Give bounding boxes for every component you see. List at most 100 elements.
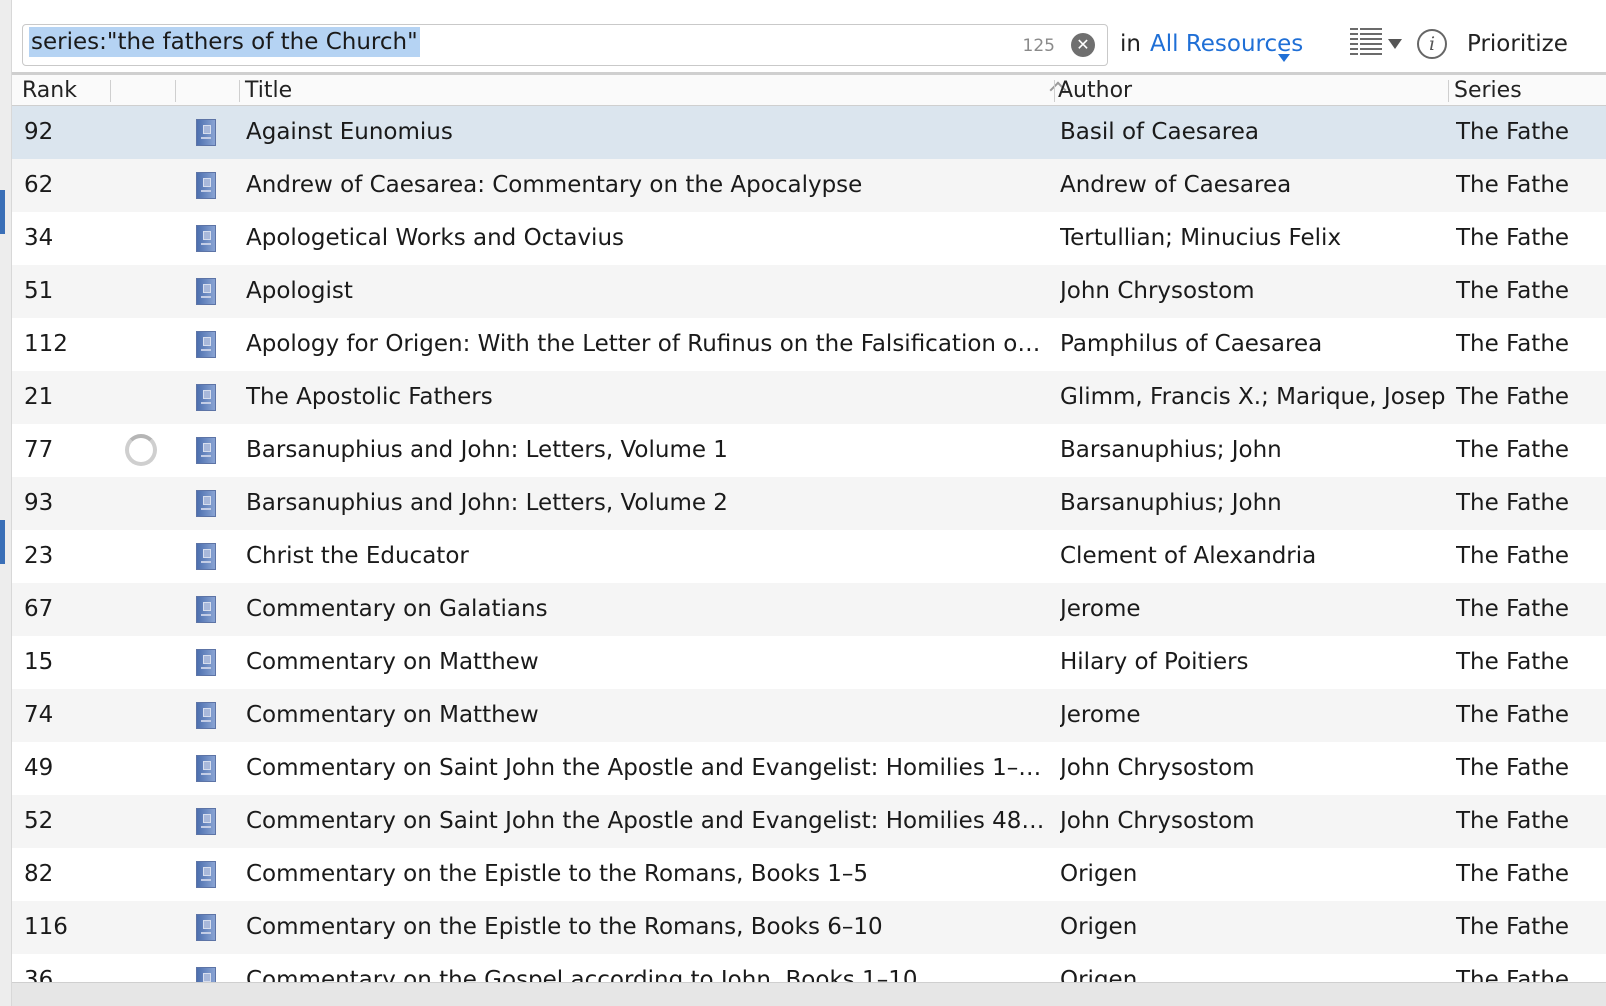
- title-cell: Apology for Origen: With the Letter of R…: [246, 331, 1046, 357]
- author-cell: John Chrysostom: [1060, 755, 1255, 781]
- table-row[interactable]: 92 Against Eunomius Basil of Caesarea The F…: [12, 106, 1606, 159]
- author-cell: Basil of Caesarea: [1060, 119, 1260, 145]
- status-bar: [12, 982, 1606, 1006]
- search-box[interactable]: series:"the fathers of the Church" 125 ✕: [22, 24, 1108, 66]
- table-row[interactable]: 67 Commentary on Galatians Jerome The Fathe: [12, 583, 1606, 636]
- table-row[interactable]: 74 Commentary on Matthew Jerome The Fathe: [12, 689, 1606, 742]
- rank-cell: 51: [24, 278, 54, 304]
- rank-cell: 93: [24, 490, 54, 516]
- rank-cell: 82: [24, 861, 54, 887]
- book-cover-icon: [196, 119, 216, 146]
- author-cell: Origen: [1060, 914, 1138, 940]
- table-row[interactable]: 116 Commentary on the Epistle to the Roma…: [12, 901, 1606, 954]
- series-cell: The Fathe: [1456, 543, 1570, 569]
- search-query-text[interactable]: series:"the fathers of the Church": [29, 27, 420, 57]
- author-cell: Clement of Alexandria: [1060, 543, 1317, 569]
- search-input[interactable]: series:"the fathers of the Church": [29, 27, 979, 61]
- column-divider[interactable]: [1054, 80, 1055, 102]
- book-cover-icon: [196, 225, 216, 252]
- column-header-bar: Rank Title Author Series: [12, 72, 1606, 106]
- edge-marker: [0, 520, 5, 564]
- column-divider[interactable]: [110, 80, 111, 102]
- book-cover-icon: [196, 702, 216, 729]
- column-header-title[interactable]: Title: [245, 75, 292, 106]
- series-cell: The Fathe: [1456, 437, 1570, 463]
- column-header-series[interactable]: Series: [1454, 75, 1522, 106]
- title-cell: Commentary on Galatians: [246, 596, 548, 622]
- table-row[interactable]: 82 Commentary on the Epistle to the Roman…: [12, 848, 1606, 901]
- series-cell: The Fathe: [1456, 225, 1570, 251]
- rank-cell: 15: [24, 649, 54, 675]
- column-header-rank[interactable]: Rank: [22, 75, 77, 106]
- table-row[interactable]: 62 Andrew of Caesarea: Commentary on the …: [12, 159, 1606, 212]
- series-cell: The Fathe: [1456, 649, 1570, 675]
- book-cover-icon: [196, 967, 216, 982]
- table-row[interactable]: 21 The Apostolic Fathers Glimm, Francis X.…: [12, 371, 1606, 424]
- column-divider[interactable]: [239, 80, 240, 102]
- title-cell: Commentary on the Epistle to the Romans,…: [246, 914, 883, 940]
- table-row[interactable]: 15 Commentary on Matthew Hilary of Poitier…: [12, 636, 1606, 689]
- results-table: 92 Against Eunomius Basil of Caesarea The F…: [12, 106, 1606, 982]
- book-cover-icon: [196, 596, 216, 623]
- title-cell: Commentary on Matthew: [246, 702, 539, 728]
- info-icon[interactable]: i: [1417, 29, 1447, 59]
- book-cover-icon: [196, 172, 216, 199]
- list-view-icon: [1350, 28, 1382, 58]
- book-cover-icon: [196, 861, 216, 888]
- title-cell: Andrew of Caesarea: Commentary on the Ap…: [246, 172, 863, 198]
- series-cell: The Fathe: [1456, 861, 1570, 887]
- table-row[interactable]: 112 Apology for Origen: With the Letter o…: [12, 318, 1606, 371]
- series-cell: The Fathe: [1456, 914, 1570, 940]
- table-row[interactable]: 52 Commentary on Saint John the Apostle a…: [12, 795, 1606, 848]
- series-cell: The Fathe: [1456, 278, 1570, 304]
- view-options-button[interactable]: [1350, 28, 1406, 60]
- library-window: series:"the fathers of the Church" 125 ✕…: [0, 0, 1606, 1006]
- table-row[interactable]: 51 Apologist John Chrysostom The Fathe: [12, 265, 1606, 318]
- chevron-down-icon: [1388, 39, 1402, 49]
- title-cell: Apologist: [246, 278, 353, 304]
- series-cell: The Fathe: [1456, 702, 1570, 728]
- rank-cell: 112: [24, 331, 68, 357]
- author-cell: John Chrysostom: [1060, 278, 1255, 304]
- title-cell: Commentary on Matthew: [246, 649, 539, 675]
- book-cover-icon: [196, 543, 216, 570]
- table-row[interactable]: 23 Christ the Educator Clement of Alexandr…: [12, 530, 1606, 583]
- column-header-author[interactable]: Author: [1058, 75, 1132, 106]
- author-cell: Jerome: [1060, 702, 1141, 728]
- title-cell: Barsanuphius and John: Letters, Volume 2: [246, 490, 728, 516]
- rank-cell: 23: [24, 543, 54, 569]
- rank-cell: 92: [24, 119, 54, 145]
- rank-cell: 62: [24, 172, 54, 198]
- book-cover-icon: [196, 914, 216, 941]
- author-cell: Hilary of Poitiers: [1060, 649, 1249, 675]
- result-count: 125: [1022, 36, 1055, 56]
- series-cell: The Fathe: [1456, 490, 1570, 516]
- prioritize-button[interactable]: Prioritize: [1467, 31, 1568, 57]
- table-row[interactable]: 34 Apologetical Works and Octavius Tertull…: [12, 212, 1606, 265]
- title-cell: Against Eunomius: [246, 119, 453, 145]
- table-row[interactable]: 77 Barsanuphius and John: Letters, Volume…: [12, 424, 1606, 477]
- column-divider[interactable]: [1448, 80, 1449, 102]
- title-cell: Christ the Educator: [246, 543, 469, 569]
- book-cover-icon: [196, 755, 216, 782]
- series-cell: The Fathe: [1456, 755, 1570, 781]
- author-cell: Jerome: [1060, 596, 1141, 622]
- table-row[interactable]: 36 Commentary on the Gospel according to …: [12, 954, 1606, 982]
- scope-caret-icon[interactable]: [1278, 54, 1290, 62]
- series-cell: The Fathe: [1456, 596, 1570, 622]
- table-row[interactable]: 93 Barsanuphius and John: Letters, Volume…: [12, 477, 1606, 530]
- book-cover-icon: [196, 490, 216, 517]
- book-cover-icon: [196, 331, 216, 358]
- title-cell: Commentary on Saint John the Apostle and…: [246, 808, 1046, 834]
- rank-cell: 67: [24, 596, 54, 622]
- title-cell: Commentary on the Epistle to the Romans,…: [246, 861, 869, 887]
- clear-search-icon[interactable]: ✕: [1071, 33, 1095, 57]
- rank-cell: 74: [24, 702, 54, 728]
- column-divider[interactable]: [175, 80, 176, 102]
- table-row[interactable]: 49 Commentary on Saint John the Apostle a…: [12, 742, 1606, 795]
- author-cell: Barsanuphius; John: [1060, 437, 1282, 463]
- rank-cell: 77: [24, 437, 54, 463]
- scope-in-label: in: [1120, 31, 1141, 57]
- author-cell: Glimm, Francis X.; Marique, Joseph M: [1060, 384, 1446, 410]
- rank-cell: 21: [24, 384, 54, 410]
